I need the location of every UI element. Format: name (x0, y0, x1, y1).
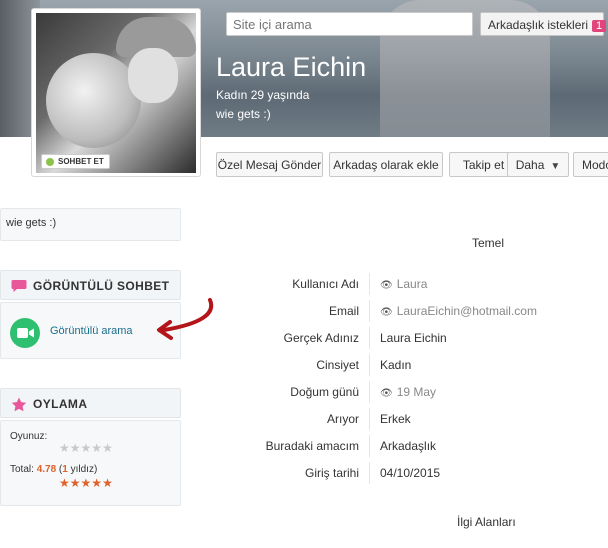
info-divider (369, 408, 370, 430)
video-camera-icon[interactable] (10, 318, 40, 348)
info-value: 👁 LauraEichin@hotmail.com (380, 304, 537, 318)
more-label: Daha (515, 158, 545, 172)
your-vote-label: Oyunuz: (10, 431, 48, 442)
total-score: 4.78 (36, 464, 57, 475)
info-row-purpose: Buradaki amacım Arkadaşlık (200, 435, 600, 466)
info-value: Kadın (380, 358, 412, 372)
info-label: Gerçek Adınız (283, 331, 359, 345)
chat-now-tag[interactable]: SOHBET ET (41, 154, 110, 169)
profile-subtitle: Kadın 29 yaşında (216, 88, 310, 102)
info-divider (369, 381, 370, 403)
info-row-gender: Cinsiyet Kadın (200, 354, 600, 385)
email-value: LauraEichin@hotmail.com (396, 304, 537, 318)
voting-header: OYLAMA (0, 388, 181, 418)
search-box[interactable] (226, 12, 473, 36)
friend-requests-button[interactable]: Arkadaşlık istekleri 1 (480, 12, 607, 36)
info-value: Laura Eichin (380, 331, 447, 345)
rating-star-icon[interactable]: ★ (91, 441, 102, 455)
info-row-email: Email 👁 LauraEichin@hotmail.com (200, 300, 600, 331)
info-divider (369, 327, 370, 349)
info-divider (369, 435, 370, 457)
info-divider (369, 300, 370, 322)
friend-requests-label: Arkadaşlık istekleri (488, 18, 589, 32)
profile-name: Laura Eichin (216, 52, 367, 82)
more-dropdown[interactable]: Daha ▼ (507, 152, 569, 177)
vote-count: 1 (62, 464, 68, 475)
total-star-icon: ★ (91, 476, 103, 490)
info-label: Kullanıcı Adı (292, 277, 359, 291)
info-value: Arkadaşlık (380, 439, 437, 453)
section-basic-title: Temel (472, 236, 505, 250)
chevron-down-icon: ▼ (550, 161, 561, 172)
online-status-icon (46, 158, 54, 166)
info-divider (369, 273, 370, 295)
info-row-real-name: Gerçek Adınız Laura Eichin (200, 327, 600, 358)
voting-panel: Oyunuz: ★★★★★ Total: 4.78 (1 yıldız) ★★★… (0, 420, 181, 506)
star-icon (11, 397, 27, 415)
total-rating-stars: ★★★★★ (59, 476, 113, 490)
avatar-dog-shape (46, 53, 141, 148)
user-rating-stars[interactable]: ★★★★★ (59, 441, 113, 455)
birthday-value: 19 May (396, 385, 437, 399)
sidebar-status-text: wie gets :) (6, 217, 57, 229)
info-row-username: Kullanıcı Adı 👁 Laura (200, 273, 600, 304)
info-label: Arıyor (326, 412, 359, 426)
info-label: Buradaki amacım (265, 439, 359, 453)
section-interests-title: İlgi Alanları (457, 515, 516, 529)
info-value: Erkek (380, 412, 411, 426)
info-row-birthday: Doğum günü 👁 19 May (200, 381, 600, 412)
private-message-button[interactable]: Özel Mesaj Gönder (216, 152, 323, 177)
vote-total: Total: 4.78 (1 yıldız) (10, 464, 98, 475)
username-value: Laura (396, 277, 428, 291)
info-label: Doğum günü (290, 385, 359, 399)
add-friend-button[interactable]: Arkadaş olarak ekle (329, 152, 443, 177)
avatar-card: SOHBET ET (31, 8, 201, 177)
info-label: Cinsiyet (316, 358, 359, 372)
mode-button[interactable]: Modo (573, 152, 608, 177)
total-star-icon: ★ (69, 476, 81, 490)
total-star-icon: ★ (59, 476, 70, 490)
vote-unit: yıldız (70, 464, 94, 475)
info-divider (369, 354, 370, 376)
eye-icon: 👁 (380, 388, 393, 399)
total-star-icon: ★ (80, 476, 92, 490)
rating-star-icon[interactable]: ★ (70, 441, 81, 455)
friend-requests-badge: 1 (592, 20, 607, 32)
eye-icon: 👁 (380, 280, 393, 291)
info-value: 04/10/2015 (380, 466, 441, 480)
voting-title: OYLAMA (33, 397, 88, 411)
info-divider (369, 462, 370, 484)
info-value: 👁 19 May (380, 385, 436, 399)
eye-icon: 👁 (380, 307, 393, 318)
total-star-icon: ★ (102, 476, 113, 490)
info-row-join-date: Giriş tarihi 04/10/2015 (200, 462, 600, 493)
avatar[interactable]: SOHBET ET (36, 13, 196, 173)
info-row-seeking: Arıyor Erkek (200, 408, 600, 439)
info-label: Giriş tarihi (304, 466, 359, 480)
search-input[interactable] (233, 17, 466, 32)
total-label: Total: (10, 464, 34, 475)
avatar-face-shape (128, 48, 178, 103)
info-label: Email (328, 304, 359, 318)
rating-star-icon[interactable]: ★ (59, 441, 70, 455)
rating-star-icon[interactable]: ★ (81, 441, 92, 455)
video-call-link[interactable]: Görüntülü arama (50, 325, 133, 337)
info-value: 👁 Laura (380, 277, 427, 291)
chat-bubble-icon (11, 279, 27, 296)
sidebar-status: wie gets :) (0, 208, 181, 241)
rating-star-icon[interactable]: ★ (102, 441, 113, 455)
chat-now-label: SOHBET ET (58, 157, 104, 166)
profile-status: wie gets :) (216, 107, 271, 121)
video-chat-title: GÖRÜNTÜLÜ SOHBET (33, 279, 170, 293)
